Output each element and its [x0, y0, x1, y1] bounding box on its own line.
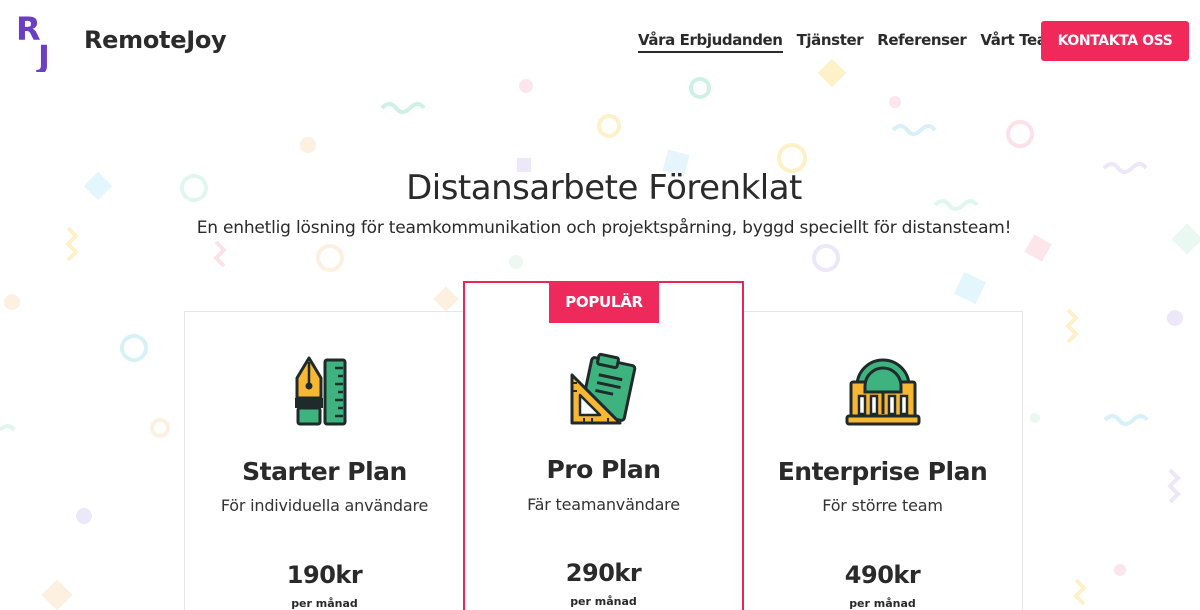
plan-period: per månad [570, 595, 637, 608]
plan-period: per månad [849, 597, 916, 610]
plan-description: Fär teamanvändare [527, 495, 680, 514]
plan-price: 290kr [565, 559, 642, 587]
hero-title: Distansarbete Förenklat [406, 168, 802, 208]
enterprise-plan-card[interactable]: Enterprise Plan För större team 490kr pe… [743, 311, 1023, 610]
plan-period: per månad [291, 597, 358, 610]
starter-plan-card[interactable]: Starter Plan För individuella användare … [184, 311, 464, 610]
plan-description: För individuella användare [220, 496, 429, 515]
remotejoy-logo[interactable]: R J [16, 10, 68, 72]
plan-price: 190kr [286, 561, 363, 589]
plan-name: Enterprise Plan [777, 457, 988, 486]
contact-button[interactable]: KONTAKTA OSS [1041, 21, 1189, 61]
nav-link-services[interactable]: Tjänster [797, 31, 864, 53]
svg-text:J: J [36, 38, 50, 72]
nav-link-references[interactable]: Referenser [877, 31, 967, 53]
pen-ruler-icon [294, 356, 346, 426]
plan-description: För större team [822, 496, 943, 515]
svg-text:R: R [16, 10, 41, 48]
plan-name: Starter Plan [242, 457, 407, 486]
main-nav: Våra Erbjudanden Tjänster Referenser Vår… [638, 31, 1062, 53]
plan-price: 490kr [844, 561, 921, 589]
popular-badge: POPULÄR [549, 281, 659, 323]
building-icon [845, 358, 920, 426]
site-header: R J RemoteJoy Våra Erbjudanden Tjänster … [0, 0, 1200, 82]
pro-plan-card[interactable]: POPULÄR Pro Plan Fär teamanvändare 290kr… [463, 281, 744, 610]
brand-name[interactable]: RemoteJoy [84, 26, 227, 54]
plan-name: Pro Plan [546, 455, 661, 484]
hero-subtitle: En enhetlig lösning för teamkommunikatio… [196, 218, 1012, 238]
nav-link-offers[interactable]: Våra Erbjudanden [638, 31, 783, 53]
clipboard-set-square-icon [570, 352, 636, 425]
